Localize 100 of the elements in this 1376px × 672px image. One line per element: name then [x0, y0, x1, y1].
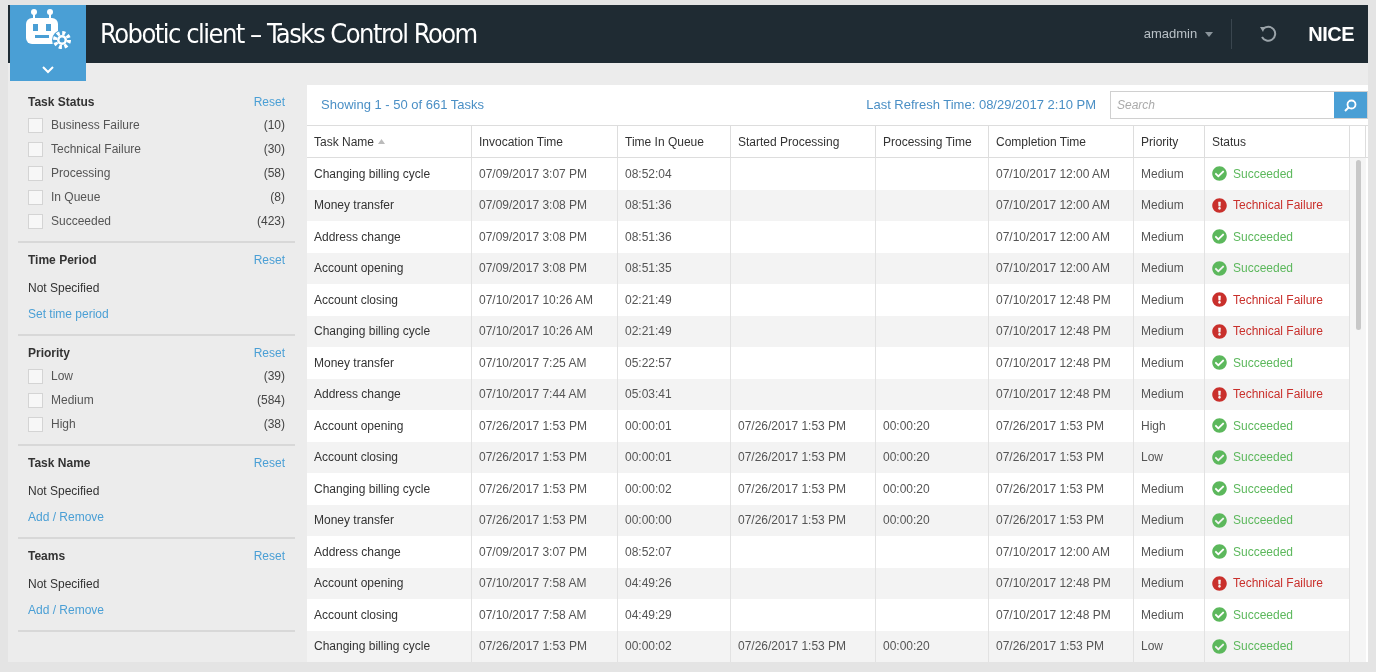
checkbox[interactable] — [28, 141, 43, 157]
table-cell-text: Medium — [1141, 480, 1184, 498]
table-cell-text: 07/26/2017 1:53 PM — [738, 417, 847, 435]
filter-value: Not Specified — [28, 576, 100, 593]
table-cell-text: 07/10/2017 12:00 AM — [996, 260, 1111, 278]
search-button[interactable] — [1334, 92, 1367, 118]
table-cell-text: 07/09/2017 3:07 PM — [479, 543, 588, 561]
table-cell-text: Medium — [1141, 323, 1184, 341]
refresh-icon[interactable] — [1258, 24, 1279, 44]
table-cell-text: 04:49:26 — [625, 575, 672, 593]
scrollbar-thumb[interactable] — [1355, 160, 1361, 330]
filter-option-count: (30) — [263, 141, 285, 158]
table-cell-text: 07/10/2017 12:48 PM — [996, 575, 1111, 593]
column-header[interactable]: Processing Time — [876, 126, 989, 157]
table-cell-text: Changing billing cycle — [314, 480, 431, 498]
table-cell-text: 05:03:41 — [625, 386, 672, 404]
filter-title: Time Period — [28, 252, 97, 269]
status-text: Succeeded — [1233, 260, 1294, 278]
table-cell-text: 00:00:20 — [883, 480, 930, 498]
table-cell-text: High — [1141, 417, 1166, 435]
filter-option-label: In Queue — [51, 189, 102, 206]
checkbox[interactable] — [28, 368, 43, 384]
status-text: Succeeded — [1233, 417, 1294, 435]
search-box[interactable]: Search — [1110, 91, 1368, 119]
table-cell-text: Medium — [1141, 606, 1184, 624]
column-header[interactable]: Status — [1205, 126, 1350, 157]
table-cell-text: 07/10/2017 12:00 AM — [996, 543, 1111, 561]
table-cell-text: 07/10/2017 12:00 AM — [996, 165, 1111, 183]
column-header[interactable]: Invocation Time — [472, 126, 618, 157]
table-cell-text: Medium — [1141, 165, 1184, 183]
table-cell-text: 07/26/2017 1:53 PM — [996, 512, 1105, 530]
filter-title: Task Status — [28, 94, 95, 111]
status-text: Technical Failure — [1233, 386, 1324, 404]
table-cell-text: Medium — [1141, 291, 1184, 309]
table-cell-text: 00:00:02 — [625, 638, 672, 656]
table-cell-text: 08:51:36 — [625, 228, 672, 246]
table-cell-text: 07/26/2017 1:53 PM — [996, 449, 1105, 467]
brand-logo: NICE — [1308, 22, 1354, 47]
checkbox[interactable] — [28, 213, 43, 229]
filter-option-count: (584) — [257, 392, 285, 409]
status-text: Succeeded — [1233, 165, 1294, 183]
table-cell-text: 07/26/2017 1:53 PM — [738, 480, 847, 498]
table-cell-text: Medium — [1141, 197, 1184, 215]
table-cell-text: 00:00:20 — [883, 417, 930, 435]
table-cell-text: 07/09/2017 3:07 PM — [479, 165, 588, 183]
checkbox[interactable] — [28, 392, 43, 408]
table-cell-text: Medium — [1141, 260, 1184, 278]
status-text: Technical Failure — [1233, 197, 1324, 215]
table-cell-text: Address change — [314, 543, 401, 561]
table-cell-text: 07/26/2017 1:53 PM — [996, 417, 1105, 435]
checkbox[interactable] — [28, 165, 43, 181]
table-cell-text: 07/10/2017 10:26 AM — [479, 291, 594, 309]
filter-option-label: Medium — [51, 392, 95, 409]
filter-value: Not Specified — [28, 280, 100, 297]
status-text: Succeeded — [1233, 606, 1294, 624]
table-cell-text: 07/10/2017 10:26 AM — [479, 323, 594, 341]
table-cell-text: 08:51:36 — [625, 197, 672, 215]
column-header[interactable]: Started Processing — [731, 126, 876, 157]
sort-ascending-icon — [378, 139, 386, 144]
table-cell-text: 07/09/2017 3:08 PM — [479, 260, 588, 278]
table-cell-text: 07/26/2017 1:53 PM — [479, 480, 588, 498]
table-cell-text: 08:52:04 — [625, 165, 672, 183]
checkbox[interactable] — [28, 117, 43, 133]
table-cell-text: Money transfer — [314, 354, 395, 372]
filter-option-count: (423) — [257, 213, 285, 230]
column-header[interactable]: Completion Time — [989, 126, 1134, 157]
status-text: Succeeded — [1233, 354, 1294, 372]
filter-title: Teams — [28, 548, 66, 565]
column-header[interactable]: Priority — [1134, 126, 1205, 157]
table-cell-text: Low — [1141, 638, 1163, 656]
table-cell-text: 00:00:20 — [883, 449, 930, 467]
checkbox[interactable] — [28, 189, 43, 205]
table-cell-text: Money transfer — [314, 197, 395, 215]
last-refresh-time: Last Refresh Time: 08/29/2017 2:10 PM — [866, 96, 1096, 115]
table-cell-text: Medium — [1141, 386, 1184, 404]
status-text: Technical Failure — [1233, 291, 1324, 309]
table-cell-text: 07/26/2017 1:53 PM — [996, 638, 1105, 656]
table-cell-text: 07/26/2017 1:53 PM — [479, 638, 588, 656]
table-cell-text: Account opening — [314, 417, 404, 435]
table-cell-text: Medium — [1141, 512, 1184, 530]
table-cell-text: 00:00:20 — [883, 638, 930, 656]
filter-value: Not Specified — [28, 483, 100, 500]
filter-option-count: (10) — [263, 117, 285, 134]
column-header[interactable]: Task Name — [307, 126, 472, 157]
table-cell-text: 05:22:57 — [625, 354, 672, 372]
table-cell-text: 02:21:49 — [625, 291, 672, 309]
user-menu[interactable]: amadmin — [1143, 19, 1233, 49]
table-cell-text: 07/26/2017 1:53 PM — [996, 480, 1105, 498]
table-cell-text: Low — [1141, 449, 1163, 467]
table-cell-text: 07/10/2017 12:48 PM — [996, 606, 1111, 624]
search-field[interactable]: Search — [1111, 92, 1334, 118]
app-logo-tile[interactable] — [10, 5, 86, 81]
status-text: Succeeded — [1233, 228, 1294, 246]
column-header[interactable]: Time In Queue — [618, 126, 731, 157]
filter-option-count: (38) — [263, 416, 285, 433]
caret-down-icon — [1205, 31, 1214, 37]
table-cell-text: 07/26/2017 1:53 PM — [479, 512, 588, 530]
status-text: Succeeded — [1233, 638, 1294, 656]
table-cell-text: 07/26/2017 1:53 PM — [738, 638, 847, 656]
checkbox[interactable] — [28, 416, 43, 432]
